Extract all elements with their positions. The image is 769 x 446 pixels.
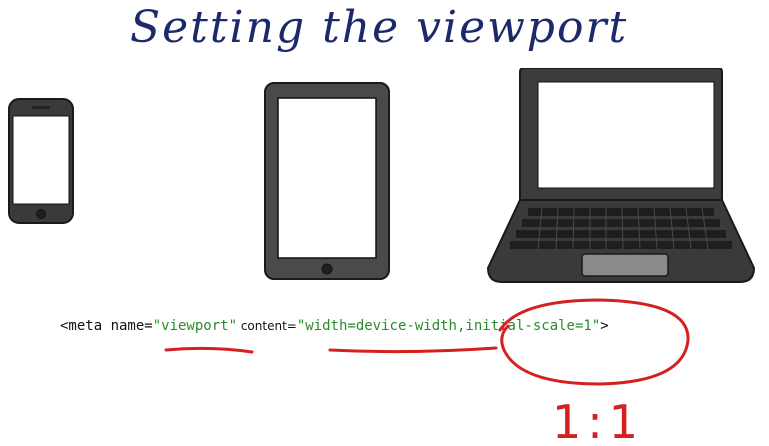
circle-initial-scale: [498, 298, 690, 386]
ink-annotations: 1:1: [164, 298, 690, 446]
underline-viewport: [164, 346, 254, 354]
annotation-one-to-one: 1:1: [552, 395, 644, 446]
underline-device-width: [328, 346, 498, 354]
